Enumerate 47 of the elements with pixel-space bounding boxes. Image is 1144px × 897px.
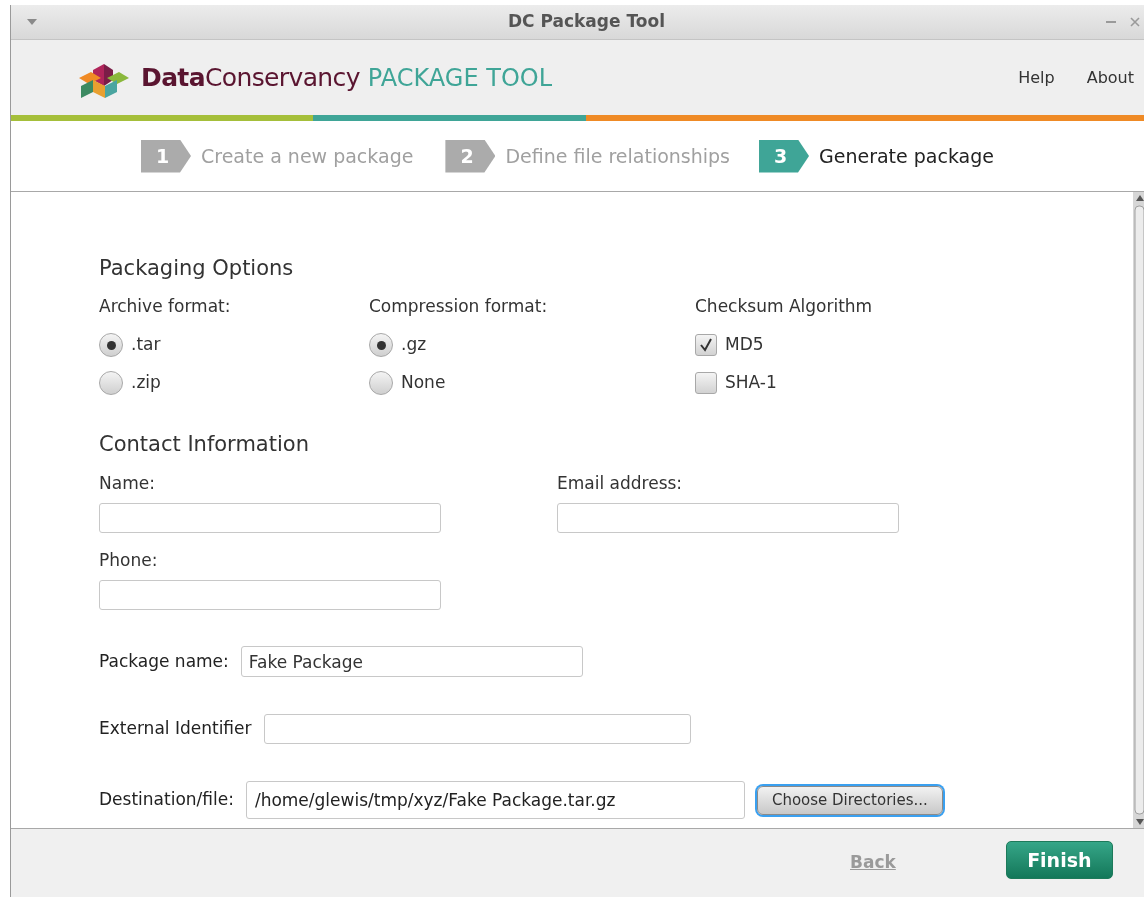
checkbox[interactable] [695,372,717,394]
input-field[interactable] [263,714,691,744]
step-label[interactable]: Create a new package [201,141,414,171]
product-name: PACKAGE TOOL [367,62,553,94]
step-label[interactable]: Generate package [819,141,994,171]
finish-button[interactable]: Finish [1005,841,1113,879]
field-label: Compression format: [369,295,549,318]
radio-button[interactable] [99,371,123,395]
checkbox[interactable] [695,334,717,356]
field-label: Checksum Algorithm [695,295,874,318]
section-title: Contact Information [99,431,310,458]
option-label: MD5 [725,333,764,357]
option-label: .tar [131,333,161,357]
step-number[interactable]: 2 [445,139,496,173]
nav-link[interactable]: About [1086,65,1134,90]
field-label: Phone: [99,549,159,572]
option-label: SHA-1 [725,371,777,395]
step-label[interactable]: Define file relationships [505,141,730,171]
field-label: External Identifier [99,717,252,741]
close-icon[interactable] [1130,17,1140,27]
radio-button[interactable] [99,333,123,357]
radio-button[interactable] [369,371,393,395]
menu-caret-icon[interactable] [27,19,37,25]
radio-button[interactable] [369,333,393,357]
step-number[interactable]: 1 [141,139,191,173]
input-field[interactable] [557,503,899,533]
check-icon [699,338,713,352]
step-number[interactable]: 3 [759,139,809,173]
input-field[interactable]: Fake Package [240,646,583,677]
input-field[interactable]: /home/glewis/tmp/xyz/Fake Package.tar.gz [245,781,745,819]
window-title: DC Package Tool [508,10,665,34]
section-title: Packaging Options [99,255,295,282]
field-label: Package name: [99,649,229,673]
field-label: Archive format: [99,295,232,318]
input-field[interactable] [99,580,441,610]
field-label: Destination/file: [99,788,234,812]
logo-text: Conservancy [204,61,360,94]
field-label: Email address: [557,472,684,495]
scrollbar[interactable] [1133,192,1144,828]
choose-directories-button[interactable]: Choose Directories... [756,785,943,815]
option-label: .gz [401,333,427,357]
option-label: .zip [131,371,161,395]
field-label: Name: [99,472,156,495]
logo-text: Data [141,61,205,94]
input-field[interactable] [99,503,441,533]
nav-link[interactable]: Help [1018,65,1055,90]
option-label: None [401,371,446,395]
